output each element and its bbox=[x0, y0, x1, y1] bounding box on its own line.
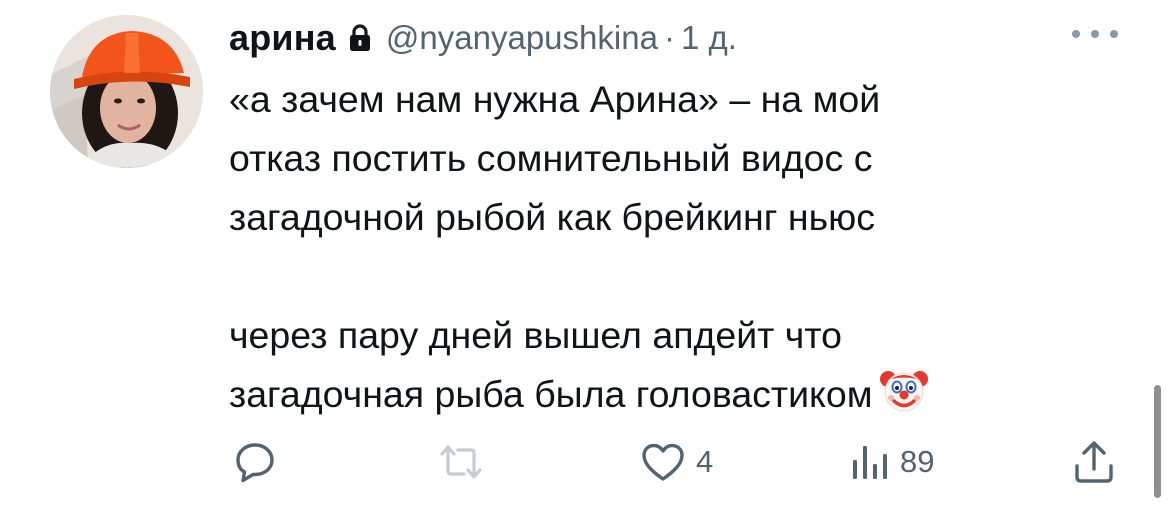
like-count: 4 bbox=[696, 444, 714, 479]
tweet-line: через пару дней вышел апдейт что bbox=[229, 314, 842, 356]
views-count: 89 bbox=[900, 444, 935, 479]
tweet-line: загадочной рыбой как брейкинг ньюс bbox=[229, 196, 875, 238]
share-button[interactable] bbox=[1072, 430, 1116, 494]
reply-button[interactable] bbox=[233, 430, 277, 494]
tweet-line: загадочная рыба была головастиком bbox=[229, 373, 873, 415]
tweet-header: арина @nyanyapushkina · 1 д. bbox=[229, 15, 737, 61]
like-button[interactable]: 4 bbox=[640, 430, 713, 494]
views-button[interactable]: 89 bbox=[850, 430, 934, 494]
retweet-button[interactable] bbox=[436, 430, 486, 494]
dot bbox=[1091, 30, 1099, 38]
avatar[interactable] bbox=[50, 15, 203, 168]
share-icon bbox=[1075, 441, 1113, 483]
tweet-line-with-emoji: загадочная рыба была головастиком bbox=[229, 365, 1109, 432]
author-name[interactable]: арина bbox=[229, 17, 336, 59]
tweet-text: «а зачем нам нужна Арина» – на мой отказ… bbox=[229, 70, 1109, 432]
tweet-line: «а зачем нам нужна Арина» – на мой bbox=[229, 78, 881, 120]
author-handle[interactable]: @nyanyapushkina bbox=[386, 19, 658, 57]
speech-bubble-icon bbox=[236, 443, 274, 483]
lock-icon bbox=[348, 24, 372, 52]
retweet-icon bbox=[440, 445, 482, 479]
more-options-icon[interactable] bbox=[1072, 22, 1118, 46]
bar-chart-icon bbox=[853, 446, 887, 479]
heart-icon bbox=[642, 443, 684, 481]
scrollbar[interactable] bbox=[1154, 385, 1161, 498]
clown-face-icon bbox=[879, 365, 929, 432]
tweet-line: отказ постить сомнительный видос с bbox=[229, 137, 873, 179]
timestamp[interactable]: 1 д. bbox=[681, 19, 737, 57]
tweet-actions: 4 89 bbox=[0, 430, 1170, 494]
dot bbox=[1110, 30, 1118, 38]
dot bbox=[1072, 30, 1080, 38]
separator-dot: · bbox=[663, 19, 675, 56]
